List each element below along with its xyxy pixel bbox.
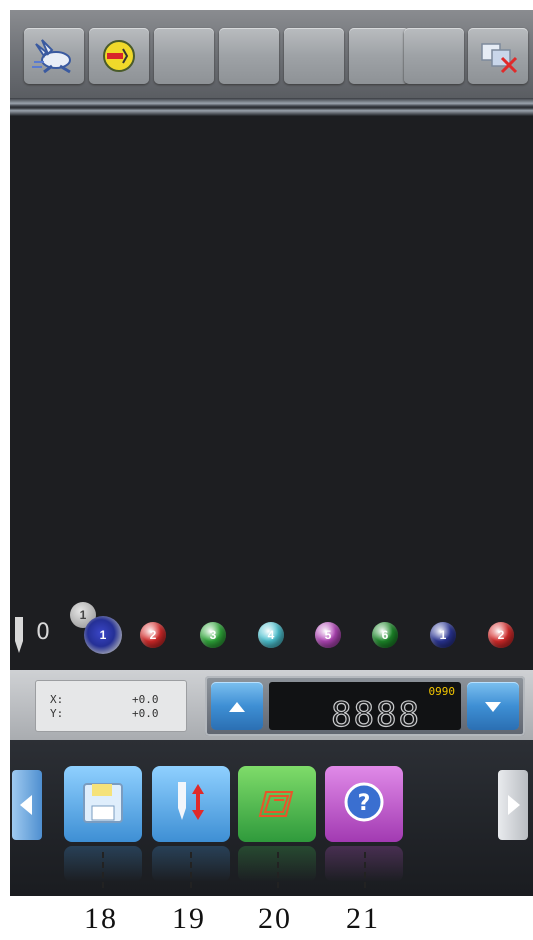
callout-line-21 [364,852,366,888]
page-right-button[interactable] [498,770,528,840]
y-value: +0.0 [132,707,159,720]
needle-updown-button[interactable] [152,766,230,882]
chevron-left-icon [20,795,32,815]
color-dot[interactable]: 6 [372,622,398,648]
svg-text:?: ? [358,791,371,816]
floppy-disk-icon [83,783,123,823]
color-dot[interactable]: 2 [140,622,166,648]
callout-19: 19 [172,902,206,935]
color-dot[interactable]: 2 [488,622,514,648]
rabbit-icon [32,39,71,74]
increment-button[interactable] [211,682,263,730]
counter-main-display: 8888 [331,695,421,735]
thread-trim-button[interactable] [89,28,149,84]
down-arrow-icon [485,702,501,712]
needle-count: 0 [36,620,50,645]
needle-updown-icon [178,782,204,820]
toolbar-empty-button-6[interactable] [349,28,409,84]
current-color-dot: 1 [84,616,122,654]
callout-line-19 [190,852,192,888]
up-arrow-icon [229,702,245,712]
trace-button[interactable] [238,766,316,882]
color-dot[interactable]: 1 [430,622,456,648]
current-color-indicator[interactable]: 1 1 [70,602,130,658]
help-button[interactable]: ? [325,766,403,882]
color-dot[interactable]: 4 [258,622,284,648]
thread-spool-icon [103,40,135,72]
x-label: X: [50,693,64,706]
color-dot[interactable]: 3 [200,622,226,648]
question-icon: ? [344,782,384,822]
callout-line-20 [277,852,279,888]
page-left-button[interactable] [12,770,42,840]
callout-21: 21 [346,902,380,935]
close-window-icon [481,43,518,74]
toolbar-empty-button-4[interactable] [219,28,279,84]
toolbar-divider [10,98,533,116]
callout-18: 18 [84,902,118,935]
speed-rabbit-button[interactable] [24,28,84,84]
callout-line-18 [102,852,104,888]
coordinate-readout: X: +0.0 Y: +0.0 [35,680,187,732]
toolbar-empty-button-5[interactable] [284,28,344,84]
toolbar-empty-button-3[interactable] [154,28,214,84]
frame-trace-icon [258,791,294,817]
x-value: +0.0 [132,693,159,706]
pattern-canvas[interactable] [10,116,533,598]
counter-small-display: 0990 [428,685,456,698]
color-dot[interactable]: 5 [315,622,341,648]
counter-display: 0990 8888 [269,682,461,735]
chevron-right-icon [508,795,520,815]
save-button[interactable] [64,766,142,882]
callout-20: 20 [258,902,292,935]
toolbar-empty-button-7[interactable] [404,28,464,84]
y-label: Y: [50,707,64,720]
needle-icon [15,617,23,653]
counter-spinbox: 0990 8888 [205,676,525,736]
decrement-button[interactable] [467,682,519,730]
exit-button[interactable] [468,28,528,84]
